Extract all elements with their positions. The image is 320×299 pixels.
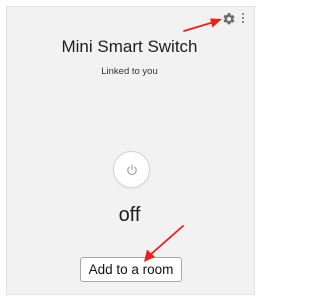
kebab-dot (242, 17, 244, 19)
add-to-room-button[interactable]: Add to a room (80, 257, 182, 282)
more-vertical-icon[interactable] (241, 11, 245, 27)
kebab-dot (242, 13, 244, 15)
power-icon (127, 164, 137, 176)
device-name: Mini Smart Switch (61, 37, 198, 56)
power-toggle-button[interactable] (113, 151, 150, 188)
link-status: Linked to you (101, 66, 158, 77)
gear-icon[interactable] (222, 12, 236, 26)
switch-state: off (118, 204, 141, 226)
kebab-dot (242, 21, 244, 23)
